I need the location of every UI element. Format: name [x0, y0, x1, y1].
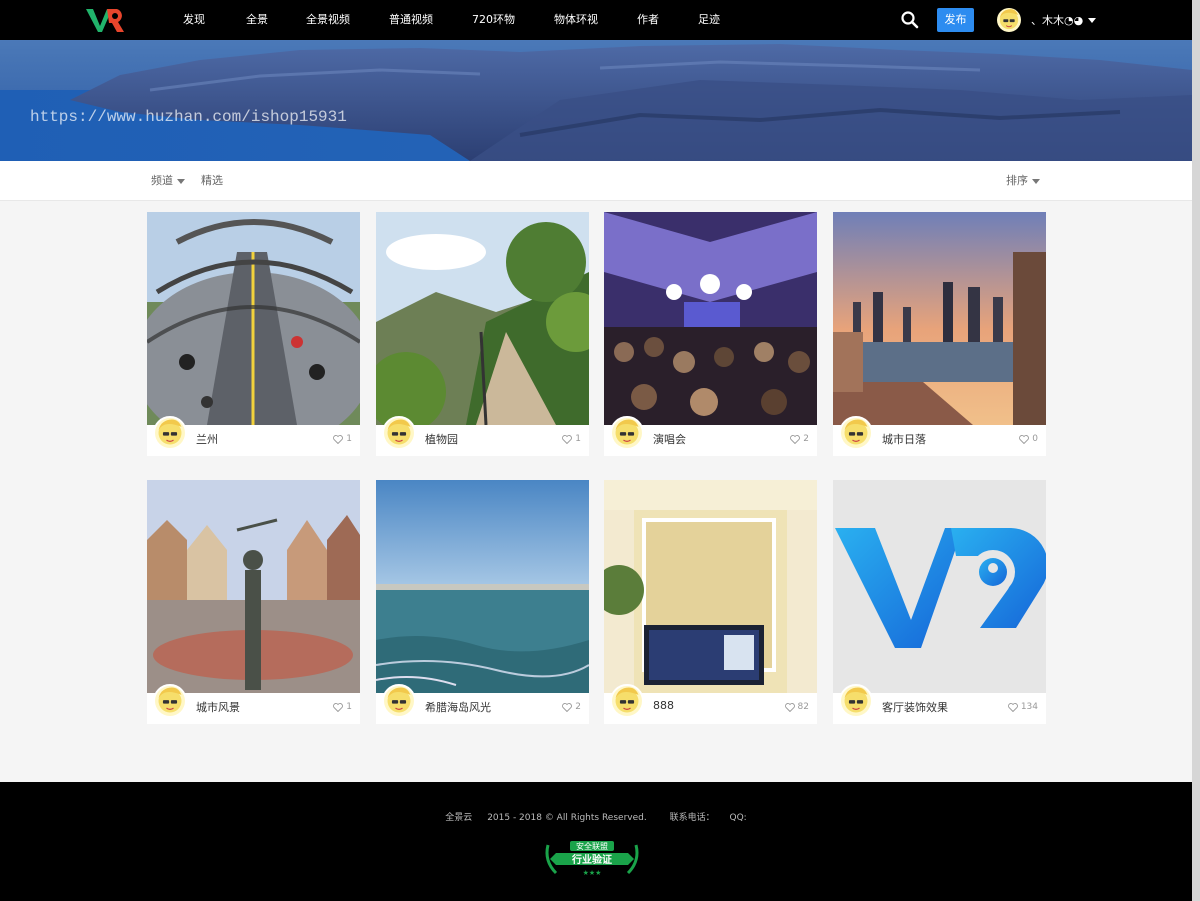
chevron-down-icon	[1088, 17, 1097, 23]
banner-landscape-image	[0, 40, 1192, 161]
author-avatar[interactable]	[153, 416, 187, 450]
panorama-card[interactable]: 植物园 1	[376, 212, 589, 456]
heart-icon	[562, 702, 573, 712]
sort-label: 排序	[1006, 174, 1028, 187]
nav-authors[interactable]: 作者	[637, 0, 659, 40]
badge-stars: ★★★	[583, 869, 602, 877]
like-count-value: 0	[1032, 434, 1038, 444]
like-count[interactable]: 2	[562, 702, 581, 712]
author-avatar[interactable]	[382, 416, 416, 450]
panorama-card[interactable]: 城市风景 1	[147, 480, 360, 724]
like-count[interactable]: 2	[790, 434, 809, 444]
card-title[interactable]: 城市日落	[882, 431, 926, 447]
like-count[interactable]: 1	[562, 434, 581, 444]
like-count[interactable]: 134	[1007, 702, 1038, 712]
main-nav: 发现 全景 全景视频 普通视频 720环物 物体环视 作者 足迹	[183, 0, 720, 40]
panorama-card[interactable]: 演唱会 2	[604, 212, 817, 456]
chevron-down-icon	[177, 178, 185, 184]
page-scrollbar[interactable]	[1192, 0, 1200, 901]
card-thumbnail[interactable]	[604, 480, 817, 693]
card-title[interactable]: 城市风景	[196, 699, 240, 715]
card-thumbnail[interactable]	[833, 212, 1046, 425]
user-avatar	[997, 8, 1021, 32]
nav-panorama[interactable]: 全景	[246, 0, 268, 40]
heart-icon	[333, 434, 344, 444]
card-thumbnail[interactable]	[376, 212, 589, 425]
like-count[interactable]: 0	[1019, 434, 1038, 444]
badge-top-text: 安全联盟	[576, 841, 608, 851]
card-title[interactable]: 兰州	[196, 431, 218, 447]
featured-filter[interactable]: 精选	[201, 161, 223, 201]
top-navbar: 发现 全景 全景视频 普通视频 720环物 物体环视 作者 足迹 发布 、木木◔…	[0, 0, 1192, 40]
author-avatar[interactable]	[610, 416, 644, 450]
card-thumbnail[interactable]	[376, 480, 589, 693]
nav-footprints[interactable]: 足迹	[698, 0, 720, 40]
card-thumbnail[interactable]	[147, 480, 360, 693]
card-title[interactable]: 希腊海岛风光	[425, 699, 491, 715]
user-menu[interactable]: 、木木◔◕	[997, 8, 1097, 32]
hero-banner: https://www.huzhan.com/ishop15931	[0, 40, 1192, 161]
nav-object-view[interactable]: 物体环视	[554, 0, 598, 40]
publish-button[interactable]: 发布	[937, 8, 974, 32]
card-thumbnail[interactable]	[833, 480, 1046, 693]
footer-info: 全景云 2015 - 2018 © All Rights Reserved. 联…	[0, 810, 1192, 823]
card-thumbnail[interactable]	[604, 212, 817, 425]
nav-panorama-video[interactable]: 全景视频	[306, 0, 350, 40]
like-count-value: 1	[575, 434, 581, 444]
author-avatar[interactable]	[610, 684, 644, 718]
like-count-value: 2	[575, 702, 581, 712]
like-count[interactable]: 1	[333, 434, 352, 444]
card-title[interactable]: 客厅装饰效果	[882, 699, 948, 715]
banner-watermark: https://www.huzhan.com/ishop15931	[30, 108, 347, 126]
industry-verification-badge[interactable]: 安全联盟 行业验证 ★★★	[542, 835, 642, 879]
heart-icon	[790, 434, 801, 444]
like-count-value: 2	[803, 434, 809, 444]
nav-discover[interactable]: 发现	[183, 0, 205, 40]
author-avatar[interactable]	[839, 416, 873, 450]
like-count[interactable]: 82	[784, 702, 809, 712]
card-thumbnail[interactable]	[147, 212, 360, 425]
footer-phone-label: 联系电话：	[669, 813, 715, 823]
heart-icon	[1007, 702, 1018, 712]
badge-main-text: 行业验证	[571, 853, 612, 866]
panorama-card[interactable]: 城市日落 0	[833, 212, 1046, 456]
footer-copyright: 2015 - 2018 © All Rights Reserved.	[487, 813, 647, 823]
nav-normal-video[interactable]: 普通视频	[389, 0, 433, 40]
panorama-card[interactable]: 兰州 1	[147, 212, 360, 456]
like-count-value: 1	[346, 702, 352, 712]
like-count-value: 82	[797, 702, 809, 712]
heart-icon	[1019, 434, 1030, 444]
channel-dropdown[interactable]: 频道	[151, 161, 185, 201]
username: 、木木◔◕	[1031, 14, 1084, 27]
author-avatar[interactable]	[839, 684, 873, 718]
card-title[interactable]: 植物园	[425, 431, 458, 447]
heart-icon	[784, 702, 795, 712]
card-title[interactable]: 888	[653, 699, 674, 712]
footer-brand: 全景云	[445, 813, 473, 823]
card-title[interactable]: 演唱会	[653, 431, 686, 447]
channel-label: 频道	[151, 174, 173, 187]
like-count-value: 1	[346, 434, 352, 444]
panorama-card[interactable]: 希腊海岛风光 2	[376, 480, 589, 724]
heart-icon	[333, 702, 344, 712]
footer-qq-label: QQ:	[729, 813, 747, 823]
panorama-card[interactable]: 客厅装饰效果 134	[833, 480, 1046, 724]
sort-dropdown[interactable]: 排序	[1006, 161, 1040, 201]
author-avatar[interactable]	[382, 684, 416, 718]
vr-logo[interactable]	[86, 6, 126, 34]
search-icon[interactable]	[900, 10, 920, 30]
like-count-value: 134	[1020, 702, 1038, 712]
author-avatar[interactable]	[153, 684, 187, 718]
heart-icon	[562, 434, 573, 444]
nav-720-object[interactable]: 720环物	[472, 0, 515, 40]
filter-bar: 频道 精选 排序	[0, 161, 1192, 201]
panorama-card[interactable]: 888 82	[604, 480, 817, 724]
like-count[interactable]: 1	[333, 702, 352, 712]
chevron-down-icon	[1032, 178, 1040, 184]
